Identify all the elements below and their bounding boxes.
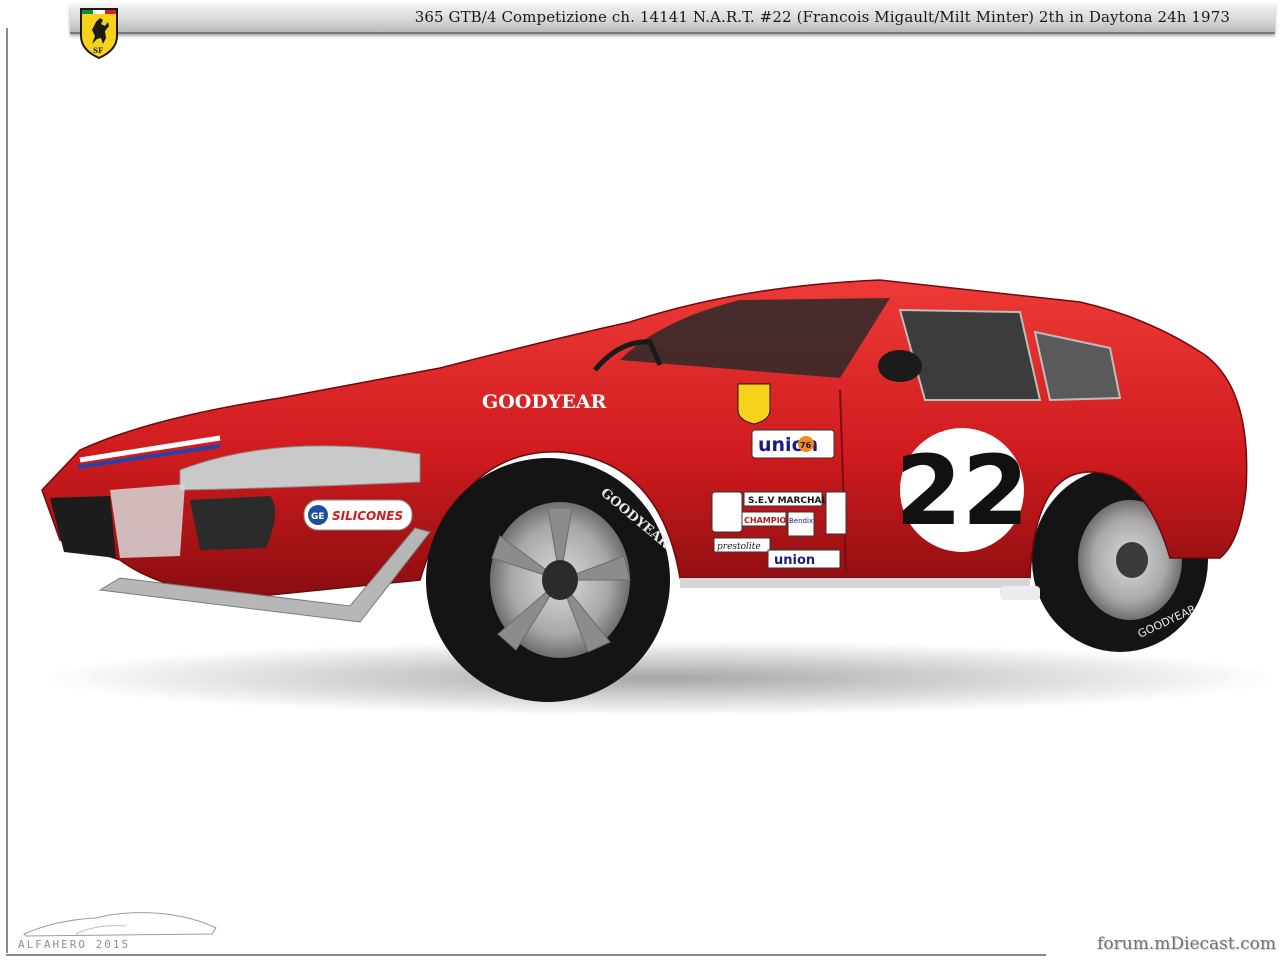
union-small-decal: union <box>774 553 815 568</box>
frame-left-border <box>6 28 8 953</box>
alfahero-lettering: ALFAHERO 2015 <box>18 938 130 951</box>
page-title: 365 GTB/4 Competizione ch. 14141 N.A.R.T… <box>414 8 1230 26</box>
ground-shadow <box>40 640 1270 716</box>
race-number: 22 <box>895 435 1029 547</box>
car-photo: GOODYEAR 22 GOODYEAR union 76 GE SILICON… <box>40 279 1270 716</box>
side-mirror <box>878 350 922 382</box>
union-76-decal: 76 <box>800 441 812 450</box>
ge-decal: GE <box>311 512 325 522</box>
side-exhaust <box>1000 586 1040 600</box>
frame-bottom-border <box>6 954 1046 956</box>
front-grille <box>50 496 116 558</box>
prestolite-decal: prestolite <box>717 542 761 552</box>
sev-marchal-decal: S.E.V MARCHAL <box>748 496 828 506</box>
silicones-decal: SILICONES <box>332 509 403 523</box>
bendix-decal: Bendix <box>789 517 813 525</box>
car-side-window <box>898 308 1042 401</box>
side-sill <box>680 578 1030 588</box>
shield-lettering: SF <box>93 46 103 55</box>
alfahero-logo: ALFAHERO 2015 <box>18 912 217 951</box>
front-light-clear <box>110 484 185 558</box>
ferrari-shield-icon: SF <box>80 8 118 60</box>
front-side-intake <box>190 496 276 550</box>
champion-decal: CHAMPION <box>744 516 793 525</box>
goodyear-decal: GOODYEAR <box>482 391 607 413</box>
fender-ferrari-shield-icon <box>737 383 771 425</box>
title-bar: 365 GTB/4 Competizione ch. 14141 N.A.R.T… <box>70 4 1275 34</box>
forum-watermark: forum.mDiecast.com <box>1097 934 1276 954</box>
